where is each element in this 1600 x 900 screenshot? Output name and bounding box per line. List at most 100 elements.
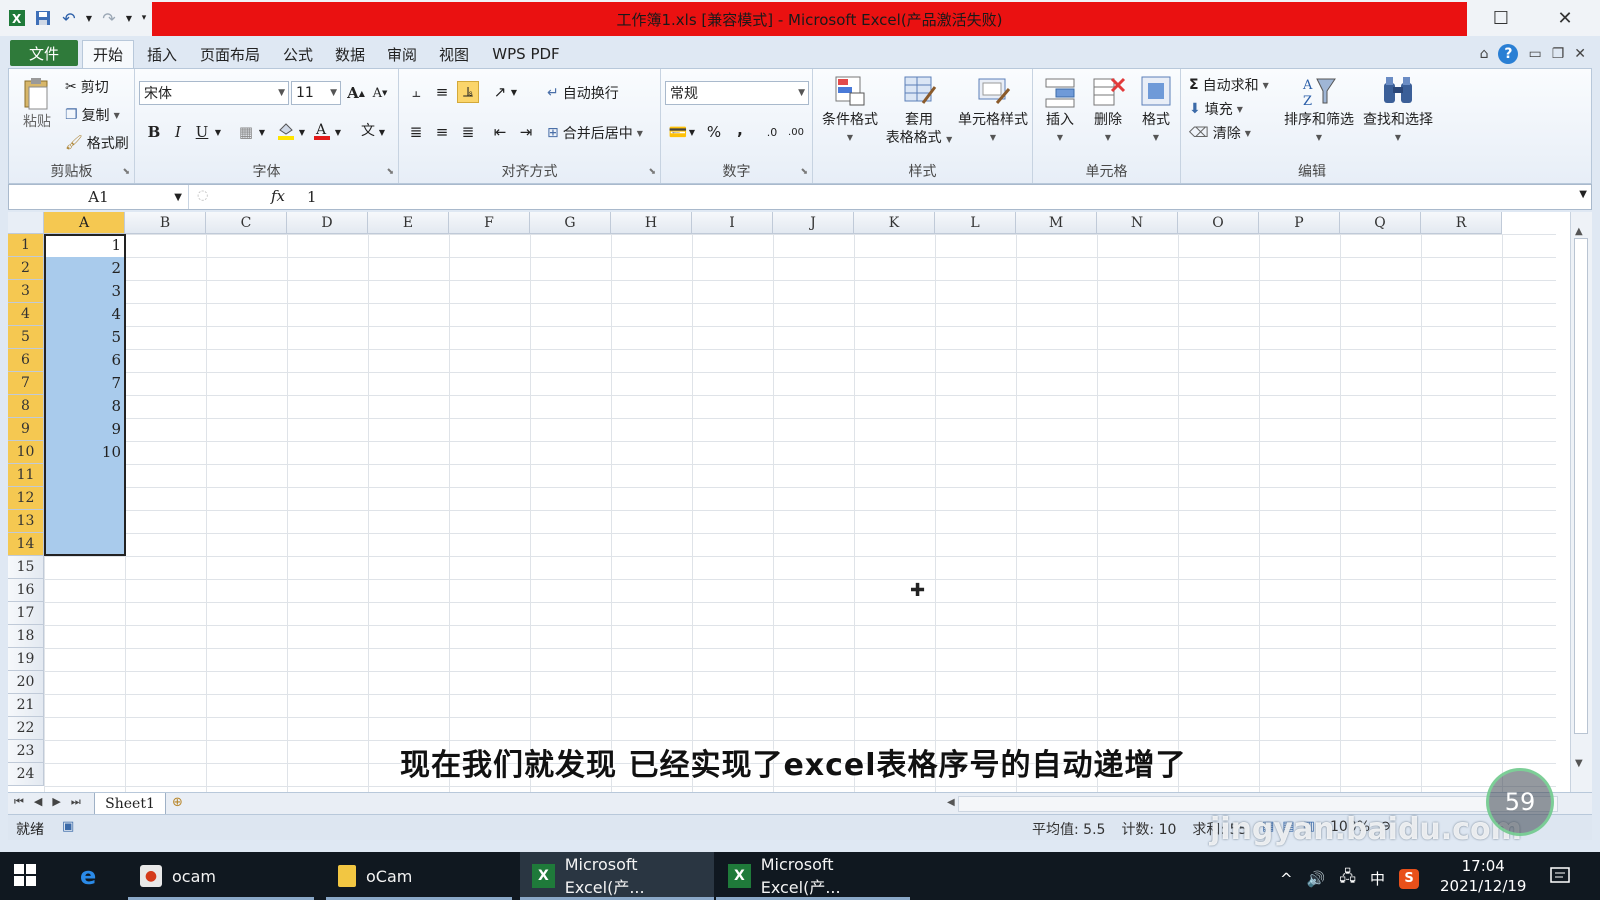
close-workbook-icon[interactable]: ✕: [1574, 46, 1586, 62]
minimize-workbook-icon[interactable]: ▭: [1528, 46, 1541, 62]
volume-icon[interactable]: 🔊: [1307, 870, 1326, 888]
column-header-f[interactable]: F: [449, 212, 530, 234]
decrease-decimal-button[interactable]: .00: [785, 121, 807, 143]
formula-input[interactable]: 1: [307, 188, 317, 206]
restore-workbook-icon[interactable]: ❐: [1552, 46, 1565, 62]
copy-button[interactable]: ❐ 复制 ▼: [65, 105, 120, 125]
row-header-16[interactable]: 16: [8, 579, 44, 602]
cell-a8[interactable]: 8: [44, 395, 124, 418]
row-header-5[interactable]: 5: [8, 326, 44, 349]
undo-icon[interactable]: ↶: [58, 7, 80, 29]
fill-button[interactable]: ⬇ 填充 ▼: [1189, 99, 1243, 119]
column-header-l[interactable]: L: [935, 212, 1016, 234]
format-cells-button[interactable]: 格式 ▼: [1133, 73, 1179, 147]
comma-style-button[interactable]: ,: [729, 119, 751, 141]
row-header-22[interactable]: 22: [8, 717, 44, 740]
expand-formula-bar-icon[interactable]: ▼: [1579, 189, 1587, 200]
dialog-launcher-icon[interactable]: ⬊: [648, 167, 656, 177]
insert-cells-button[interactable]: 插入 ▼: [1037, 73, 1083, 147]
align-top-icon[interactable]: ⫠: [405, 81, 427, 103]
tab-wps-pdf[interactable]: WPS PDF: [484, 40, 568, 68]
dialog-launcher-icon[interactable]: ⬊: [122, 167, 130, 177]
tab-view[interactable]: 视图: [430, 40, 478, 68]
font-name-select[interactable]: 宋体 ▼: [139, 81, 289, 105]
increase-indent-icon[interactable]: ⇥: [515, 121, 537, 143]
column-header-i[interactable]: I: [692, 212, 773, 234]
dialog-launcher-icon[interactable]: ⬊: [800, 167, 808, 177]
fill-color-icon[interactable]: [275, 119, 297, 141]
taskbar-item-excel-1[interactable]: X Microsoft Excel(产...: [520, 852, 714, 900]
percent-button[interactable]: %: [703, 121, 725, 143]
underline-button[interactable]: U: [191, 121, 213, 143]
prev-sheet-icon[interactable]: ◀: [34, 795, 42, 809]
font-size-select[interactable]: 11 ▼: [291, 81, 341, 105]
taskbar-item-ocam-app[interactable]: ● ocam: [128, 852, 314, 900]
tab-file[interactable]: 文件: [10, 40, 78, 66]
cell-a1[interactable]: 1: [44, 234, 124, 257]
save-icon[interactable]: [32, 7, 54, 29]
scroll-down-icon[interactable]: ▼: [1575, 758, 1583, 769]
taskbar-item-excel-2[interactable]: X Microsoft Excel(产...: [716, 852, 910, 900]
next-sheet-icon[interactable]: ▶: [52, 795, 60, 809]
row-header-2[interactable]: 2: [8, 257, 44, 280]
cell-a2[interactable]: 2: [44, 257, 124, 280]
tab-review[interactable]: 审阅: [378, 40, 426, 68]
tab-formulas[interactable]: 公式: [274, 40, 322, 68]
last-sheet-icon[interactable]: ⏭: [71, 795, 81, 809]
border-dropdown-icon[interactable]: ▼: [257, 121, 267, 143]
column-header-d[interactable]: D: [287, 212, 368, 234]
tab-page-layout[interactable]: 页面布局: [192, 40, 268, 68]
conditional-format-button[interactable]: 条件格式 ▼: [817, 73, 883, 147]
horizontal-scrollbar[interactable]: ◀: [947, 796, 1558, 812]
insert-sheet-icon[interactable]: ⊕: [172, 795, 183, 810]
cell-styles-button[interactable]: 单元格样式 ▼: [955, 73, 1031, 147]
shrink-font-button[interactable]: A ▼: [369, 82, 391, 104]
column-header-k[interactable]: K: [854, 212, 935, 234]
find-select-button[interactable]: 查找和选择 ▼: [1359, 73, 1437, 147]
column-header-b[interactable]: B: [125, 212, 206, 234]
align-middle-icon[interactable]: ≡: [431, 81, 453, 103]
column-header-h[interactable]: H: [611, 212, 692, 234]
windows-start-icon[interactable]: [14, 864, 36, 890]
format-as-table-button[interactable]: 套用 表格格式 ▼: [883, 73, 955, 149]
cell-a4[interactable]: 4: [44, 303, 124, 326]
vertical-scrollbar[interactable]: ▲ ▼: [1570, 212, 1592, 792]
column-header-n[interactable]: N: [1097, 212, 1178, 234]
orientation-dropdown-icon[interactable]: ▼: [509, 81, 519, 103]
cell-a6[interactable]: 6: [44, 349, 124, 372]
column-header-a[interactable]: A: [44, 212, 125, 234]
ime-indicator[interactable]: 中: [1370, 868, 1385, 889]
row-header-24[interactable]: 24: [8, 763, 44, 786]
row-header-9[interactable]: 9: [8, 418, 44, 441]
notification-icon[interactable]: [1550, 866, 1570, 890]
first-sheet-icon[interactable]: ⏮: [14, 795, 24, 809]
wrap-text-button[interactable]: ↵ 自动换行: [547, 83, 619, 103]
row-header-6[interactable]: 6: [8, 349, 44, 372]
scroll-up-icon[interactable]: ▲: [1575, 226, 1583, 237]
orientation-icon[interactable]: ↗: [489, 81, 511, 103]
customize-qat-icon[interactable]: ▾: [138, 7, 150, 29]
align-bottom-icon[interactable]: ⫡: [457, 81, 479, 103]
row-header-14[interactable]: 14: [8, 533, 44, 556]
paste-button[interactable]: 粘贴: [17, 75, 57, 131]
redo-icon[interactable]: ↷: [98, 7, 120, 29]
italic-button[interactable]: I: [167, 121, 189, 143]
tray-overflow-icon[interactable]: ^: [1280, 870, 1293, 888]
row-header-19[interactable]: 19: [8, 648, 44, 671]
increase-decimal-button[interactable]: .0: [761, 121, 783, 143]
currency-format-icon[interactable]: 💳: [667, 121, 689, 143]
row-header-7[interactable]: 7: [8, 372, 44, 395]
select-all-corner[interactable]: [8, 212, 44, 234]
font-color-icon[interactable]: A: [311, 119, 333, 141]
taskbar-item-ocam-folder[interactable]: oCam: [326, 852, 512, 900]
phonetic-guide-icon[interactable]: 文: [357, 119, 379, 141]
dialog-launcher-icon[interactable]: ⬊: [386, 167, 394, 177]
scroll-left-icon[interactable]: ◀: [947, 797, 955, 808]
tab-insert[interactable]: 插入: [138, 40, 186, 68]
maximize-button[interactable]: ☐: [1472, 0, 1530, 36]
undo-dropdown-icon[interactable]: ▼: [84, 7, 94, 29]
tab-home[interactable]: 开始: [82, 40, 134, 68]
border-icon[interactable]: ▦: [235, 121, 257, 143]
cell-a10[interactable]: 10: [44, 441, 124, 464]
decrease-indent-icon[interactable]: ⇤: [489, 121, 511, 143]
